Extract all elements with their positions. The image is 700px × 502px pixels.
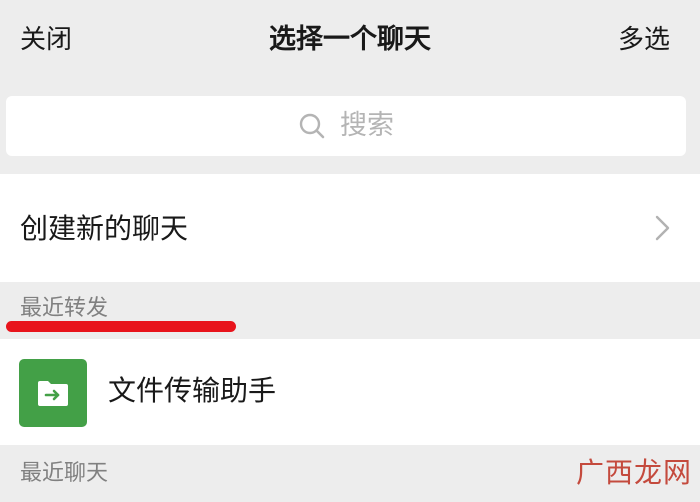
watermark-text: 广西龙网 [575, 456, 692, 489]
file-transfer-icon [38, 381, 68, 406]
red-highlight-underline [6, 321, 236, 332]
close-button[interactable]: 关闭 [20, 22, 72, 58]
search-icon [298, 112, 326, 140]
list-item-file-transfer[interactable]: 文件传输助手 [0, 339, 700, 445]
recent-chats-header: 最近聊天 [20, 461, 109, 486]
multi-select-button[interactable]: 多选 [618, 22, 670, 58]
file-transfer-avatar [19, 359, 87, 427]
search-content: 搜索 [6, 96, 686, 156]
recent-forward-header: 最近转发 [20, 296, 109, 321]
chevron-right-icon [654, 214, 672, 242]
navigation-bar: 关闭 选择一个聊天 多选 [0, 0, 700, 82]
search-input[interactable]: 搜索 [6, 96, 686, 156]
search-placeholder: 搜索 [340, 110, 394, 141]
file-transfer-label: 文件传输助手 [108, 374, 277, 407]
page-title: 选择一个聊天 [269, 24, 431, 55]
create-new-chat-row[interactable]: 创建新的聊天 [0, 174, 700, 282]
create-new-chat-label: 创建新的聊天 [20, 212, 189, 245]
